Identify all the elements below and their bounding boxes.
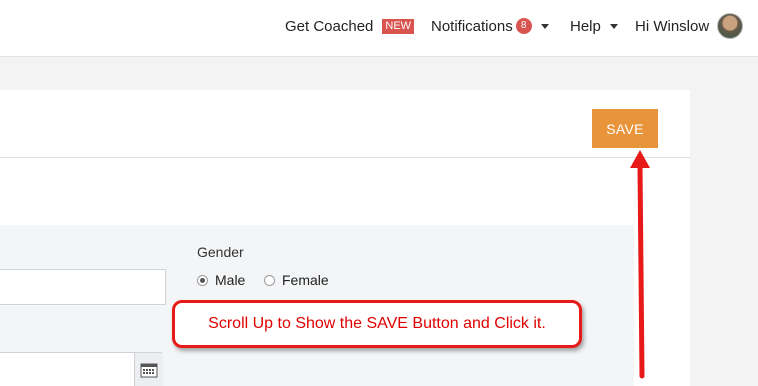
radio-unselected-icon[interactable] bbox=[264, 274, 275, 286]
help-label: Help bbox=[570, 17, 601, 35]
help-menu[interactable]: Help bbox=[570, 17, 618, 35]
gender-label: Gender bbox=[197, 244, 244, 260]
chevron-down-icon bbox=[540, 23, 549, 29]
top-navigation-bar: Get Coached NEW Notifications 8 Help Hi … bbox=[0, 0, 758, 57]
calendar-button[interactable] bbox=[134, 353, 163, 386]
name-input[interactable] bbox=[0, 269, 166, 305]
user-menu[interactable]: Hi Winslow bbox=[635, 17, 709, 35]
gender-option-male[interactable]: Male bbox=[197, 272, 245, 288]
chevron-down-icon bbox=[609, 23, 618, 29]
user-greeting: Hi Winslow bbox=[635, 17, 710, 35]
annotation-callout: Scroll Up to Show the SAVE Button and Cl… bbox=[172, 300, 582, 348]
gender-option-label: Female bbox=[282, 272, 329, 288]
get-coached-label: Get Coached bbox=[285, 17, 374, 35]
gender-option-label: Male bbox=[215, 272, 246, 288]
new-badge: NEW bbox=[382, 18, 415, 34]
save-button[interactable]: SAVE bbox=[592, 109, 658, 148]
notifications-count-badge: 8 bbox=[515, 18, 532, 34]
annotation-arrow-icon bbox=[630, 150, 650, 379]
gender-option-female[interactable]: Female bbox=[264, 272, 329, 288]
avatar[interactable] bbox=[717, 13, 743, 39]
calendar-icon bbox=[140, 363, 158, 377]
notifications-label: Notifications bbox=[431, 17, 513, 35]
radio-selected-icon[interactable] bbox=[197, 274, 208, 286]
card-header: SAVE bbox=[0, 90, 690, 158]
get-coached-link[interactable]: Get Coached NEW bbox=[285, 17, 415, 35]
notifications-menu[interactable]: Notifications 8 bbox=[431, 17, 549, 35]
